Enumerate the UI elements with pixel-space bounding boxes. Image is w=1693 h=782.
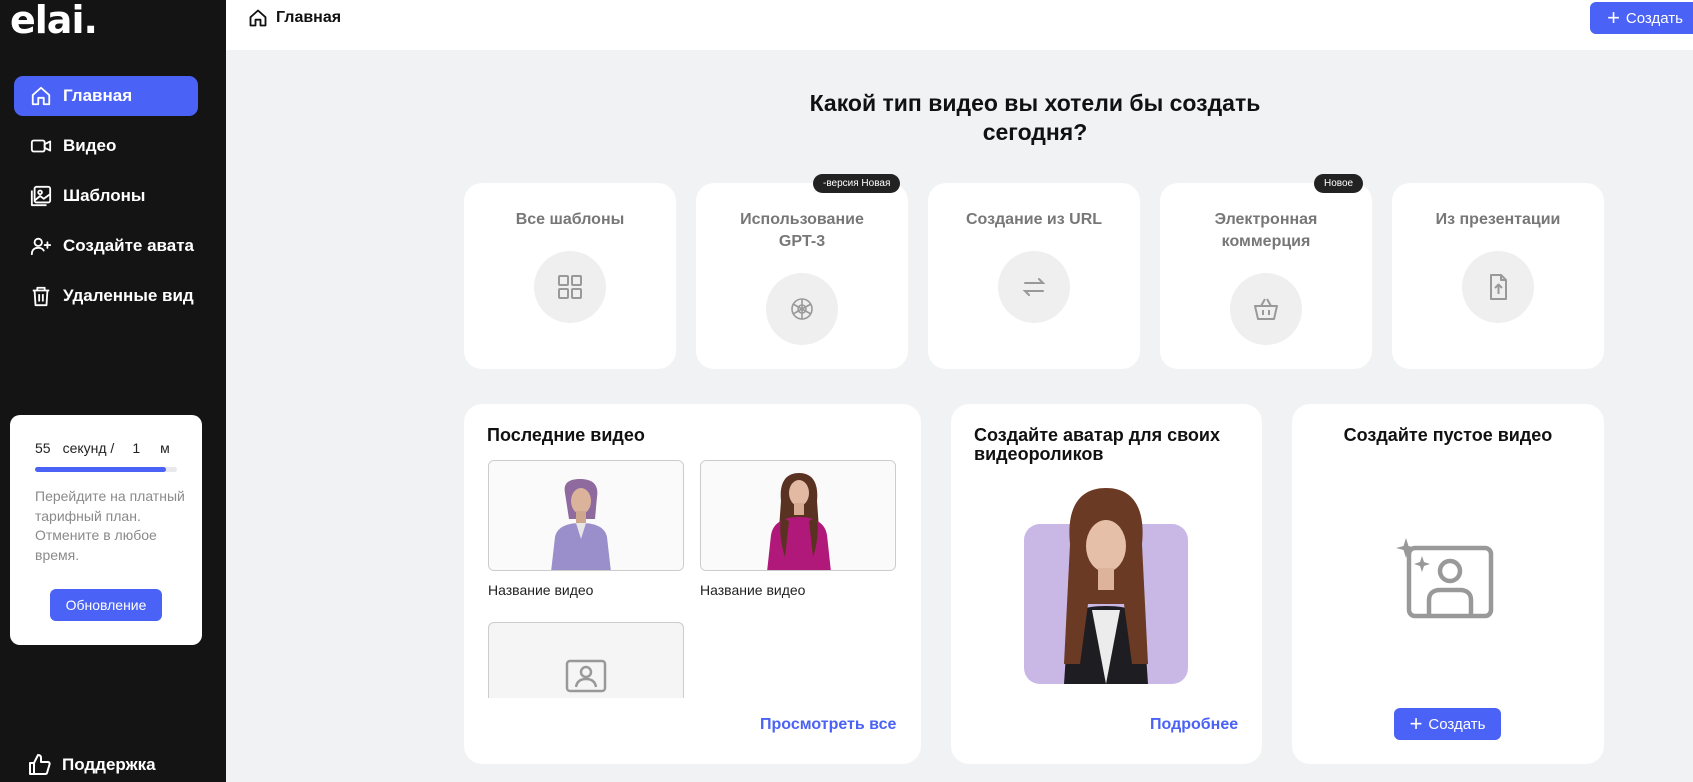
avatar-preview-image (701, 461, 895, 570)
create-button-label: Создать (1625, 9, 1683, 27)
upgrade-button[interactable]: Обновление (50, 589, 162, 621)
user-plus-icon (30, 237, 52, 256)
main-question: Какой тип видео вы хотели бы создать сег… (809, 90, 1261, 145)
blank-video-panel: Создайте пустое видео + Создать (1292, 404, 1604, 764)
sidebar-item-video[interactable]: Видео (14, 126, 198, 166)
type-card-from-url[interactable]: Создание из URL (928, 183, 1140, 369)
type-card-all-templates[interactable]: Все шаблоны (464, 183, 676, 369)
top-header: Главная + Создать (226, 0, 1693, 50)
create-avatar-panel: Создайте аватар для своих видеороликов П… (951, 404, 1262, 764)
type-card-gpt3[interactable]: -версия Новая Использование GPT-3 (696, 174, 908, 369)
trial-minutes-value: 1 (132, 440, 141, 456)
trial-progress-bar (35, 467, 177, 472)
type-card-ecommerce[interactable]: Новое Электронная коммерция (1160, 174, 1372, 369)
sidebar-item-label: Шаблоны (63, 186, 146, 205)
more-link[interactable]: Подробнее (1150, 716, 1238, 734)
sidebar-nav: Главная Видео Шаблоны Создайте авата Уда… (14, 76, 198, 326)
arrows-exchange-icon (998, 251, 1070, 323)
breadcrumb: Главная (248, 8, 341, 28)
support-label: Поддержка (62, 755, 156, 774)
recent-videos-title: Последние видео (487, 425, 645, 445)
plus-icon: + (1409, 711, 1423, 736)
view-all-link[interactable]: Просмотреть все (760, 716, 896, 734)
video-thumbnail-placeholder[interactable] (488, 622, 684, 698)
type-card-title: Все шаблоны (515, 211, 625, 228)
trial-seconds-value: 55 (35, 440, 51, 456)
type-card-title: Из презентации (1435, 211, 1561, 228)
type-card-title: Электронная коммерция (1214, 211, 1318, 250)
video-camera-icon (30, 139, 52, 153)
new-badge: -версия Новая (813, 174, 901, 193)
plus-icon: + (1607, 5, 1620, 30)
avatar-preview-image (489, 461, 683, 570)
create-button-label: Создать (1428, 715, 1486, 733)
video-thumbnail[interactable] (700, 460, 896, 571)
grid-icon (534, 251, 606, 323)
create-avatar-title: Создайте аватар для своих видеороликов (974, 425, 1220, 464)
video-title[interactable]: Название видео (488, 582, 593, 598)
page-title: Главная (276, 9, 342, 26)
create-blank-video-button[interactable]: + Создать (1394, 708, 1501, 740)
sidebar-item-create-avatar[interactable]: Создайте авата (14, 226, 198, 266)
trial-message: Перейдите на платный тарифный план. Отме… (35, 488, 185, 563)
basket-icon (1230, 273, 1302, 345)
trial-minutes-label: м (160, 440, 170, 456)
video-title[interactable]: Название видео (700, 582, 805, 598)
create-button[interactable]: + Создать (1590, 2, 1693, 34)
type-card-title: Использование GPT-3 (740, 211, 864, 250)
support-link[interactable]: Поддержка (28, 753, 156, 777)
openai-icon (766, 273, 838, 345)
type-card-from-presentation[interactable]: Из презентации (1392, 183, 1604, 369)
type-card-title: Создание из URL (965, 211, 1103, 228)
sidebar-item-deleted-videos[interactable]: Удаленные вид (14, 276, 198, 316)
home-icon (249, 9, 267, 27)
home-icon (31, 86, 51, 106)
blank-video-title: Создайте пустое видео (1343, 425, 1553, 445)
file-upload-icon (1462, 251, 1534, 323)
trial-card: 55 секунд / 1 м Перейдите на платный тар… (10, 415, 202, 645)
trash-icon (32, 286, 50, 307)
sidebar-item-label: Видео (63, 136, 117, 155)
sidebar-item-label: Создайте авата (63, 236, 195, 255)
trial-usage: 55 секунд / 1 м (35, 440, 182, 456)
images-icon (30, 185, 52, 207)
trial-seconds-label: секунд / (62, 440, 115, 456)
video-placeholder-icon (565, 659, 607, 693)
sidebar-item-label: Удаленные вид (63, 286, 194, 305)
logo[interactable]: elai. (10, 0, 98, 40)
sidebar-item-label: Главная (63, 86, 133, 105)
sidebar: elai. Главная Видео Шаблоны Создайте ава… (0, 0, 226, 782)
video-thumbnail[interactable] (488, 460, 684, 571)
avatar-portrait-image (1024, 488, 1188, 684)
trial-progress-fill (35, 467, 166, 472)
recent-videos-panel: Последние видео Название видео Название … (464, 404, 921, 764)
sidebar-item-templates[interactable]: Шаблоны (14, 176, 198, 216)
sidebar-item-home[interactable]: Главная (14, 76, 198, 116)
new-badge: Новое (1314, 174, 1364, 193)
add-avatar-sparkle-icon (1396, 538, 1494, 619)
thumbs-up-icon (29, 754, 51, 775)
